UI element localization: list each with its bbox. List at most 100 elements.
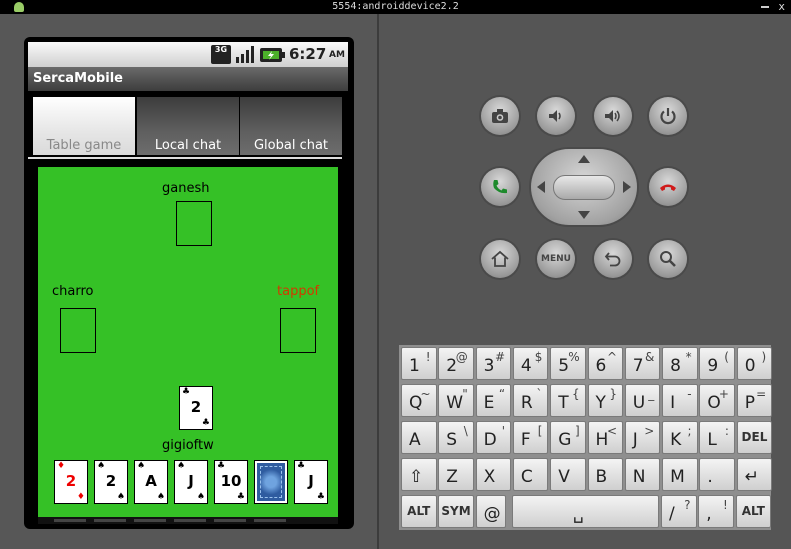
card-rank: J: [188, 472, 194, 490]
card-rank: 2: [105, 472, 117, 490]
key[interactable]: R `: [512, 384, 549, 417]
hand-card[interactable]: ♠ 2 ♠: [94, 460, 128, 504]
tab-local-chat[interactable]: Local chat: [137, 97, 239, 155]
hand-card[interactable]: ♠ A ♠: [134, 460, 168, 504]
key-label: E: [483, 393, 495, 413]
key[interactable]: DEL: [736, 421, 773, 454]
card-rank: 10: [220, 472, 242, 490]
key[interactable]: I-: [662, 384, 698, 417]
hand-card[interactable]: ♠ J ♠: [174, 460, 208, 504]
key[interactable]: F[: [512, 421, 549, 454]
key-label: 1: [409, 356, 420, 376]
card-slot-left: [60, 308, 96, 353]
hand-card[interactable]: ♣ 10 ♣: [214, 460, 248, 504]
key-alt-label: &: [644, 350, 655, 364]
menu-button[interactable]: MENU: [537, 240, 575, 278]
key[interactable]: L:: [699, 421, 735, 454]
key[interactable]: ⇧: [401, 458, 437, 491]
close-icon[interactable]: x: [778, 0, 785, 14]
key[interactable]: 3 #: [475, 347, 512, 380]
key-label: DEL: [741, 430, 768, 444]
key[interactable]: E “: [475, 384, 512, 417]
key[interactable]: ,!: [698, 495, 734, 528]
key[interactable]: @: [475, 495, 506, 528]
key[interactable]: 4 $: [512, 347, 549, 380]
key[interactable]: /?: [661, 495, 697, 528]
power-icon: [660, 108, 676, 125]
key-alt-label: ~: [420, 387, 431, 401]
volume-down-button[interactable]: [537, 97, 575, 135]
key[interactable]: 0): [736, 347, 773, 380]
network-3g-icon: 3G: [211, 45, 231, 64]
key[interactable]: X: [475, 458, 512, 491]
key[interactable]: ALT: [735, 495, 772, 528]
hand-card[interactable]: ♦ 2 ♦: [54, 460, 88, 504]
key[interactable]: K;: [662, 421, 698, 454]
key[interactable]: P =: [736, 384, 773, 417]
minimize-icon[interactable]: [761, 6, 769, 8]
dpad[interactable]: [531, 149, 637, 225]
key[interactable]: 6 ^: [587, 347, 623, 380]
key[interactable]: H <: [587, 421, 623, 454]
key[interactable]: N: [624, 458, 661, 491]
dpad-center-button[interactable]: [553, 175, 615, 200]
back-button[interactable]: [594, 240, 632, 278]
key-label: 3: [483, 356, 495, 376]
power-button[interactable]: [649, 97, 687, 135]
clock-time: 6:27: [289, 45, 327, 63]
search-button[interactable]: [649, 240, 687, 278]
key[interactable]: .: [699, 458, 735, 491]
key[interactable]: C: [512, 458, 549, 491]
key-alt-label: %: [568, 350, 580, 364]
call-button[interactable]: [481, 168, 519, 206]
camera-button[interactable]: [481, 97, 519, 135]
face-down-card[interactable]: [254, 460, 288, 504]
tab-table-game[interactable]: Table game: [33, 97, 135, 155]
key-label: I: [670, 393, 676, 413]
key-label: SYM: [441, 504, 471, 518]
key-label: 9: [707, 356, 719, 376]
key[interactable]: W ": [438, 384, 474, 417]
key[interactable]: 7 &: [624, 347, 661, 380]
key[interactable]: 9(: [699, 347, 735, 380]
key[interactable]: J >: [624, 421, 661, 454]
key[interactable]: 1!: [401, 347, 437, 380]
card-suit: ♦: [76, 492, 85, 502]
key[interactable]: ALT: [401, 495, 437, 528]
key[interactable]: U _: [624, 384, 661, 417]
key[interactable]: Y}: [587, 384, 623, 417]
status-bar: 3G 6:27 AM: [28, 42, 348, 67]
key[interactable]: O +: [699, 384, 735, 417]
key[interactable]: A: [401, 421, 437, 454]
key[interactable]: 5%: [550, 347, 586, 380]
key[interactable]: B: [587, 458, 623, 491]
key[interactable]: SYM: [438, 495, 474, 528]
key[interactable]: Z: [438, 458, 474, 491]
key[interactable]: T{: [550, 384, 586, 417]
key[interactable]: 2 @: [438, 347, 474, 380]
key[interactable]: ↵: [736, 458, 773, 491]
emulator-titlebar: 5554:androiddevice2.2 x: [0, 0, 791, 14]
key[interactable]: M: [662, 458, 698, 491]
key[interactable]: ␣: [512, 495, 659, 528]
key-label: V: [558, 467, 570, 487]
key[interactable]: Q ~: [401, 384, 437, 417]
card-suit: ♣: [182, 387, 191, 397]
hand-scroll-strip: [38, 517, 338, 524]
end-call-button[interactable]: [649, 168, 687, 206]
key-alt-label: }: [609, 387, 617, 401]
hand-card[interactable]: ♣ J ♣: [294, 460, 328, 504]
key[interactable]: V: [550, 458, 586, 491]
key[interactable]: G]: [550, 421, 586, 454]
card-slot-right: [280, 308, 316, 353]
key-label: ALT: [741, 504, 765, 518]
call-icon: [493, 180, 507, 194]
key-label: @: [483, 504, 501, 524]
key-alt-label: @: [455, 350, 468, 364]
volume-up-button[interactable]: [594, 97, 632, 135]
key[interactable]: 8 *: [662, 347, 698, 380]
key[interactable]: S \: [438, 421, 474, 454]
key[interactable]: D ': [475, 421, 512, 454]
tab-global-chat[interactable]: Global chat: [240, 97, 342, 155]
home-button[interactable]: [481, 240, 519, 278]
